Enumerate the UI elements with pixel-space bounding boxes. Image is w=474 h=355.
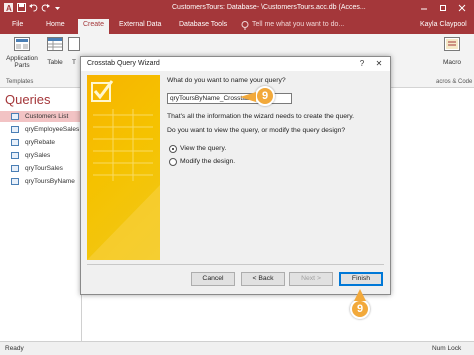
table-design-label: T [72, 59, 76, 66]
query-icon [11, 178, 19, 185]
nav-item-label: qryRebate [25, 139, 55, 146]
nav-header: Queries [5, 92, 51, 107]
table-design-icon [68, 37, 80, 51]
save-icon[interactable] [17, 3, 26, 12]
nav-item-qrysales[interactable]: qrySales [0, 150, 81, 161]
step-callout-finish: 9 [350, 299, 370, 319]
query-icon [11, 152, 19, 159]
access-logo-icon: A [4, 3, 13, 13]
table-icon [47, 37, 63, 51]
application-parts-icon [14, 37, 30, 51]
redo-icon[interactable] [41, 3, 50, 12]
query-icon [11, 113, 19, 120]
dialog-title: Crosstab Query Wizard [87, 60, 160, 67]
status-ready: Ready [5, 345, 24, 352]
back-button[interactable]: < Back [241, 272, 285, 286]
templates-group-label: Templates [6, 79, 34, 85]
wizard-illustration [87, 75, 160, 260]
view-query-label: View the query. [180, 145, 227, 152]
callout-pointer-left [240, 92, 256, 102]
query-icon [11, 139, 19, 146]
status-bar: Ready Num Lock [0, 341, 474, 355]
tell-me-search[interactable]: Tell me what you want to do... [252, 21, 344, 28]
finish-button[interactable]: Finish [339, 272, 383, 286]
dialog-separator [87, 264, 384, 265]
modify-design-label: Modify the design. [180, 158, 236, 165]
help-icon[interactable]: ? [355, 58, 369, 70]
nav-item-label: qrySales [25, 152, 51, 159]
customize-qat-icon[interactable] [53, 3, 62, 12]
macro-icon [444, 37, 460, 51]
nav-item-label: Customers List [25, 113, 69, 120]
query-icon [11, 126, 19, 133]
minimize-icon[interactable] [418, 2, 430, 14]
crosstab-query-wizard-dialog: Crosstab Query Wizard ? ✕ What do you wa… [80, 56, 391, 295]
query-icon [11, 165, 19, 172]
application-parts-label: Application Parts [6, 55, 38, 69]
nav-item-qryemployeesales[interactable]: qryEmployeeSales [0, 124, 81, 135]
tab-external-data[interactable]: External Data [119, 21, 161, 28]
cancel-button[interactable]: Cancel [191, 272, 235, 286]
svg-text:A: A [6, 4, 12, 12]
navigation-pane: Queries Customers List qryEmployeeSales … [0, 89, 82, 341]
step-callout-name: 9 [255, 86, 275, 106]
ribbon-tabs: File Home Create External Data Database … [0, 18, 474, 34]
query-name-prompt: What do you want to name your query? [167, 77, 286, 84]
nav-item-qryrebate[interactable]: qryRebate [0, 137, 81, 148]
nav-item-qrytoursales[interactable]: qryTourSales [0, 163, 81, 174]
dialog-title-bar: Crosstab Query Wizard ? ✕ [81, 57, 390, 71]
wizard-info-text: That's all the information the wizard ne… [167, 113, 355, 120]
user-name[interactable]: Kayla Claypool [420, 21, 467, 28]
restore-icon[interactable] [437, 2, 449, 14]
status-num-lock: Num Lock [432, 345, 462, 352]
tab-file[interactable]: File [12, 21, 23, 28]
callout-pointer-up [354, 289, 366, 301]
window-title: CustomersTours: Database- \CustomersTour… [172, 4, 366, 11]
nav-item-label: qryTourSales [25, 165, 63, 172]
nav-item-label: qryToursByName [25, 178, 75, 185]
next-button: Next > [289, 272, 333, 286]
nav-item-customers-list[interactable]: Customers List [0, 111, 81, 122]
radio-unselected-indicator[interactable] [169, 158, 177, 166]
nav-item-label: qryEmployeeSales [25, 126, 80, 133]
close-icon[interactable]: ✕ [372, 58, 386, 70]
title-bar: A CustomersTours: Database- \CustomersTo… [0, 0, 474, 18]
radio-selected-indicator[interactable] [169, 145, 177, 153]
table-label: Table [47, 59, 63, 66]
tab-home[interactable]: Home [46, 21, 65, 28]
macro-label: Macro [442, 59, 462, 66]
view-or-modify-prompt: Do you want to view the query, or modify… [167, 127, 346, 134]
lightbulb-icon [241, 21, 249, 32]
tab-database-tools[interactable]: Database Tools [179, 21, 227, 28]
wizard-checkmark-graphic [87, 80, 160, 260]
tab-create[interactable]: Create [78, 19, 110, 34]
macros-code-group-label: acros & Code [436, 79, 473, 85]
close-icon[interactable] [456, 2, 468, 14]
undo-icon[interactable] [29, 3, 38, 12]
nav-item-qrytoursbyname[interactable]: qryToursByName [0, 176, 81, 187]
